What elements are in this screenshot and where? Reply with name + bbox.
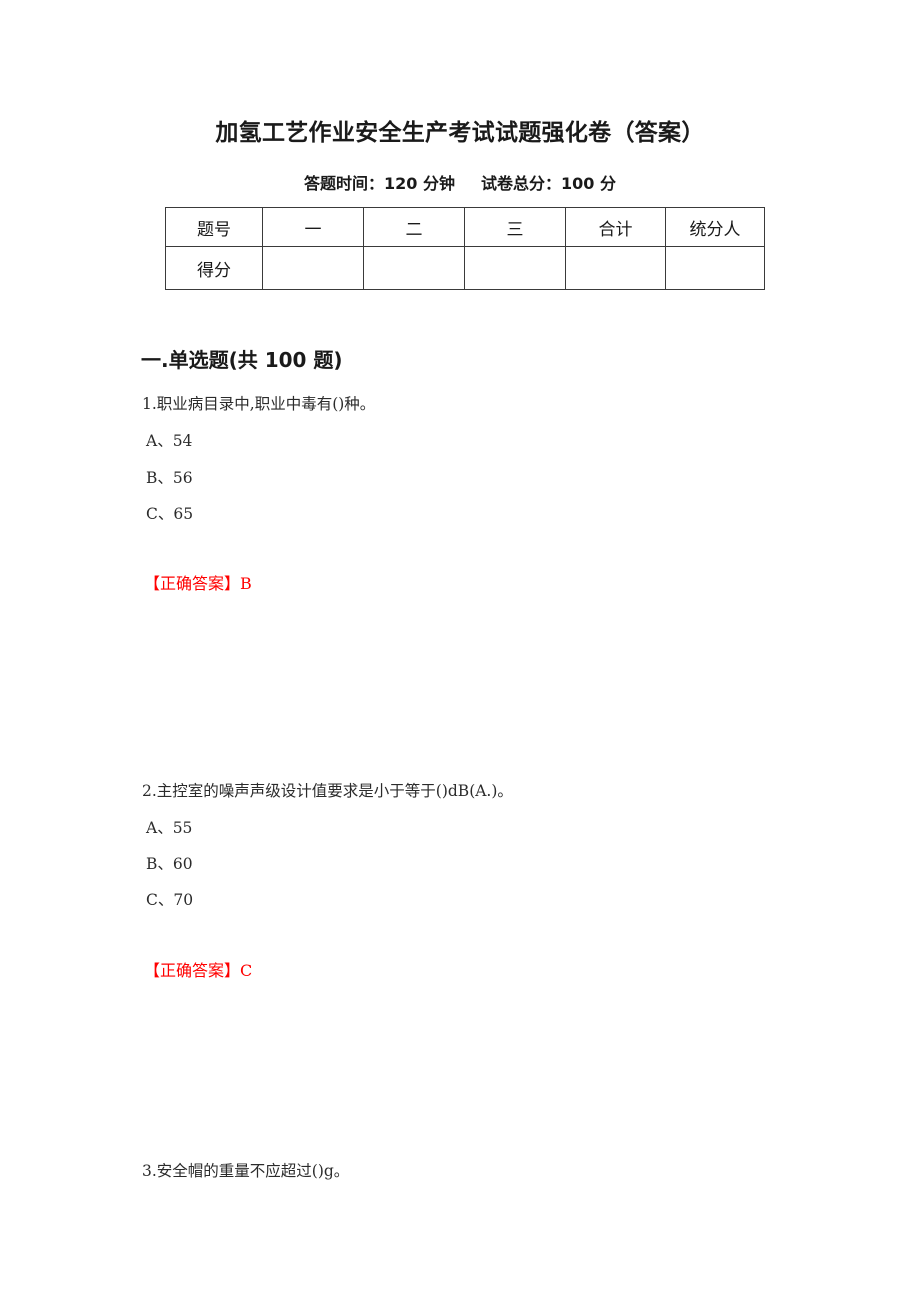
question-2-option-a[interactable]: A、55 xyxy=(146,816,192,838)
table-cell-score-scorer[interactable] xyxy=(665,246,765,290)
question-2-option-b[interactable]: B、60 xyxy=(146,852,193,874)
table-cell-score-label: 得分 xyxy=(165,246,263,290)
table-header-cell-total: 合计 xyxy=(565,207,666,247)
table-header-cell-2: 二 xyxy=(363,207,465,247)
question-1-answer: 【正确答案】B xyxy=(144,574,252,593)
table-header-cell-label: 题号 xyxy=(165,207,263,247)
table-header-cell-3: 三 xyxy=(464,207,566,247)
document-page: 加氢工艺作业安全生产考试试题强化卷（答案） 答题时间：120 分钟 试卷总分：10… xyxy=(0,0,920,1302)
table-cell-score-2[interactable] xyxy=(363,246,465,290)
question-1-option-b[interactable]: B、56 xyxy=(146,466,193,488)
question-2-answer: 【正确答案】C xyxy=(144,961,253,980)
table-header-cell-scorer: 统分人 xyxy=(665,207,765,247)
question-text-2: 2.主控室的噪声声级设计值要求是小于等于()dB(A.)。 xyxy=(142,782,513,800)
score-table: 题号 一 二 三 合计 统分人 得分 xyxy=(165,207,765,290)
table-row-score: 得分 xyxy=(165,246,765,290)
exam-time-label: 答题时间：120 分钟 xyxy=(304,174,455,193)
table-cell-score-3[interactable] xyxy=(464,246,566,290)
table-row-header: 题号 一 二 三 合计 统分人 xyxy=(165,207,765,247)
table-cell-score-1[interactable] xyxy=(262,246,364,290)
page-title: 加氢工艺作业安全生产考试试题强化卷（答案） xyxy=(215,120,705,146)
section-heading-single-choice: 一.单选题(共 100 题) xyxy=(141,348,343,372)
question-1-option-c[interactable]: C、65 xyxy=(146,502,193,524)
question-text-3: 3.安全帽的重量不应超过()g。 xyxy=(142,1162,350,1180)
total-score-label: 试卷总分：100 分 xyxy=(481,174,616,193)
table-header-cell-1: 一 xyxy=(262,207,364,247)
question-1-option-a[interactable]: A、54 xyxy=(146,429,192,451)
exam-meta-line: 答题时间：120 分钟 试卷总分：100 分 xyxy=(0,170,920,194)
question-2-option-c[interactable]: C、70 xyxy=(146,888,193,910)
question-text-1: 1.职业病目录中,职业中毒有()种。 xyxy=(142,395,376,413)
table-cell-score-total[interactable] xyxy=(565,246,666,290)
